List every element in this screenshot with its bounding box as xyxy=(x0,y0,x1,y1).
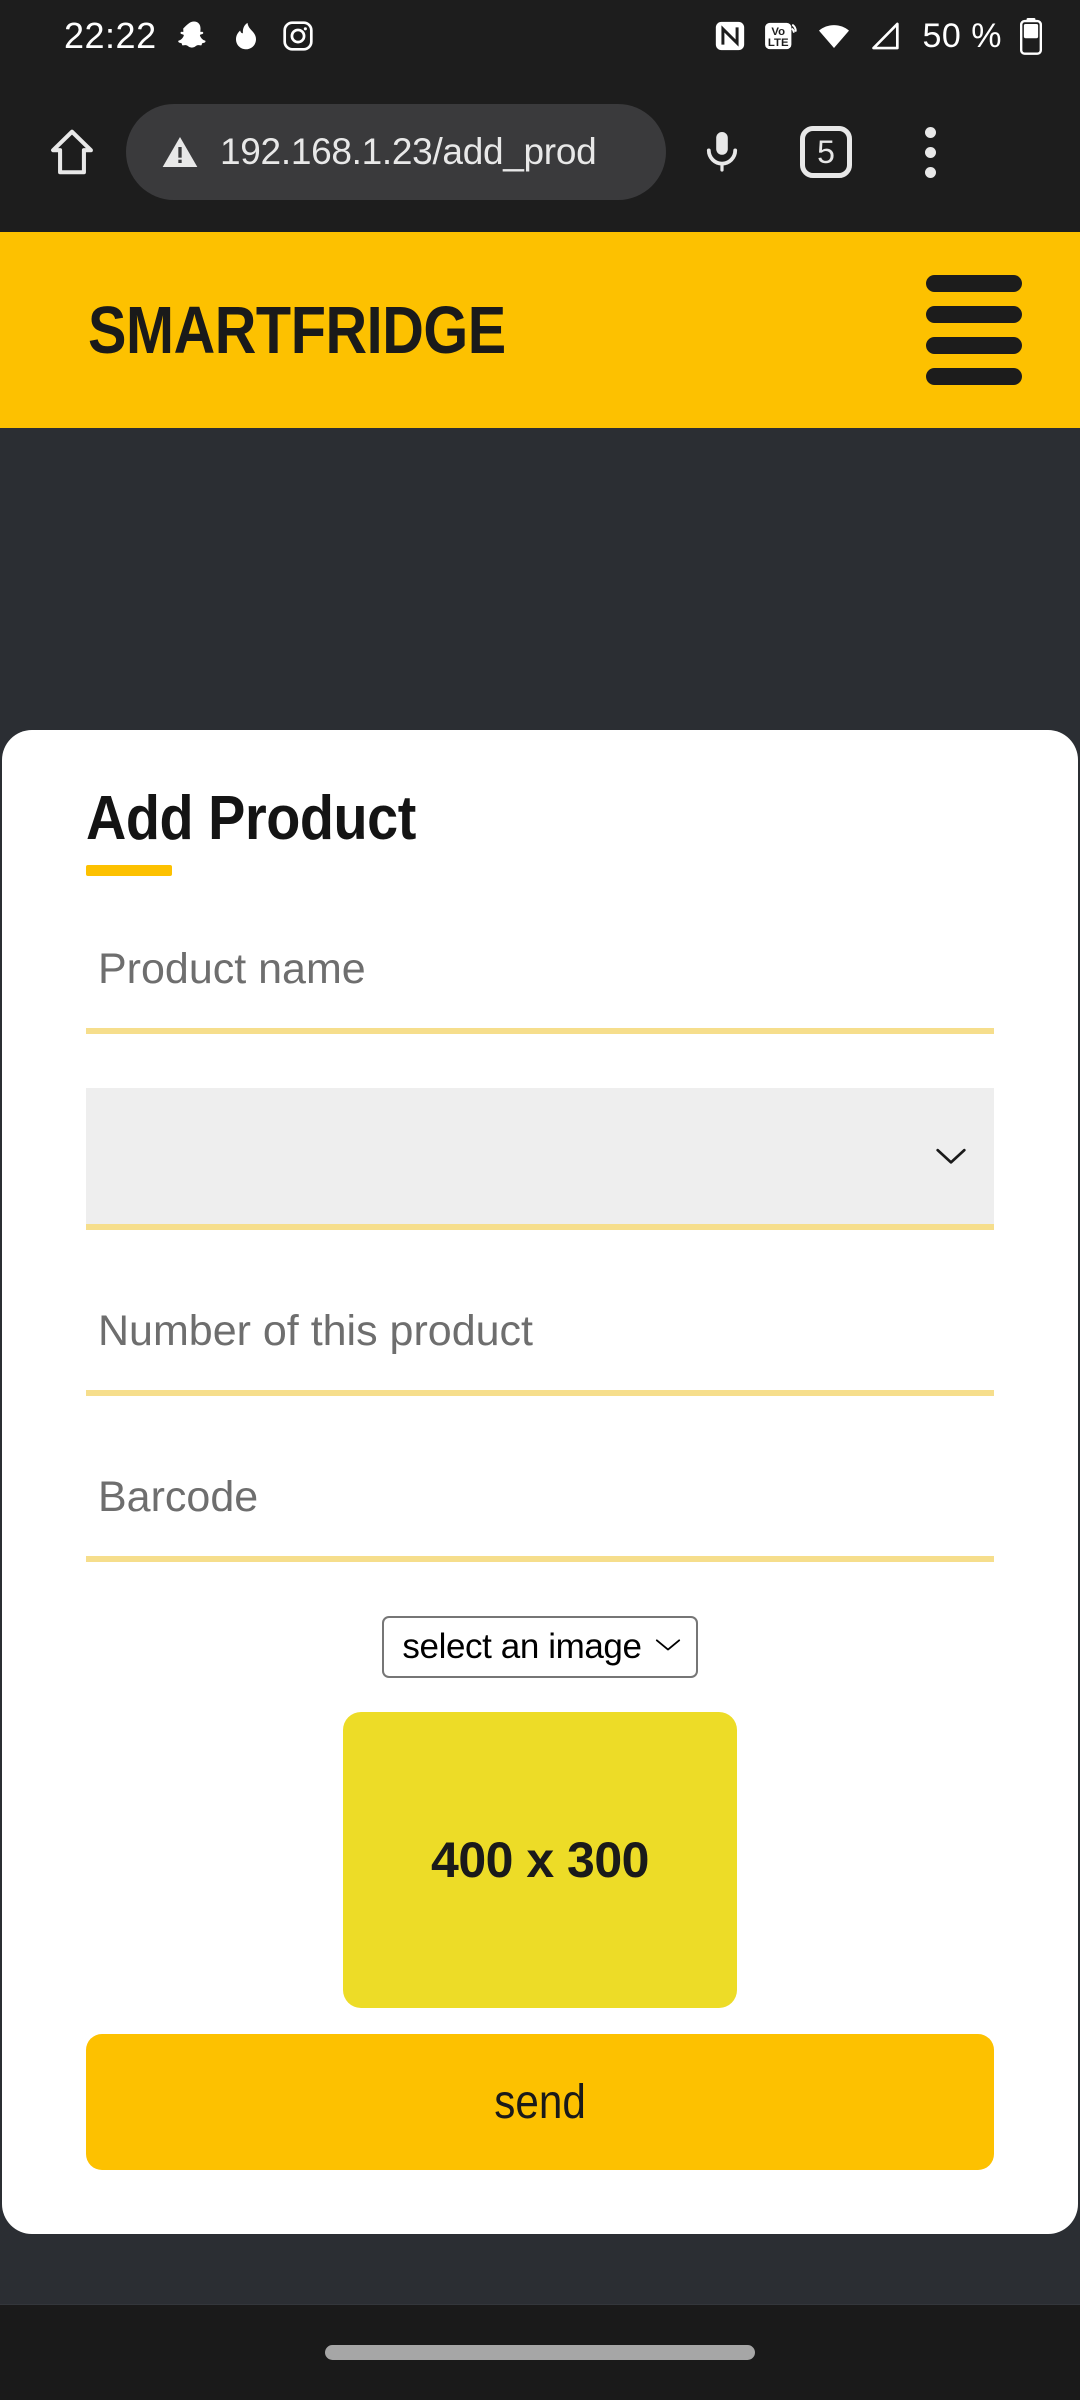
tab-switcher-button[interactable]: 5 xyxy=(778,104,874,200)
battery-icon xyxy=(1018,17,1044,55)
url-bar[interactable]: 192.168.1.23/add_prod xyxy=(126,104,666,200)
kebab-dot xyxy=(924,146,936,158)
status-bar-left: 22:22 xyxy=(64,15,713,57)
chevron-down-icon xyxy=(934,1146,968,1166)
snapchat-icon xyxy=(177,19,211,53)
title-underline-accent xyxy=(86,865,172,876)
hamburger-bar xyxy=(926,368,1022,385)
web-page-viewport: SMARTFRIDGE Add Product Product name Num… xyxy=(0,232,1080,2304)
home-icon[interactable] xyxy=(26,106,118,198)
android-status-bar: 22:22 Vo LTE 50 % xyxy=(0,0,1080,72)
battery-percentage: 50 % xyxy=(922,16,1002,55)
image-select-value: select an image xyxy=(402,1627,642,1666)
phone-screen: 22:22 Vo LTE 50 % 192.168.1.23/add_prod … xyxy=(0,0,1080,2400)
image-select[interactable]: select an image xyxy=(382,1616,698,1678)
overflow-menu-icon[interactable] xyxy=(882,104,978,200)
cellular-signal-icon xyxy=(869,19,903,53)
instagram-icon xyxy=(281,19,315,53)
product-name-input[interactable] xyxy=(86,922,994,1034)
product-quantity-input[interactable] xyxy=(86,1284,994,1396)
image-preview-label: 400 x 300 xyxy=(431,1832,649,1888)
hamburger-bar xyxy=(926,306,1022,323)
android-nav-bar xyxy=(0,2304,1080,2400)
site-header: SMARTFRIDGE xyxy=(0,232,1080,428)
status-bar-clock: 22:22 xyxy=(64,15,157,56)
page-title: Add Product xyxy=(86,783,416,853)
product-category-select[interactable] xyxy=(86,1088,994,1230)
send-button-label: send xyxy=(494,2075,586,2129)
kebab-dots xyxy=(924,126,936,178)
browser-toolbar: 192.168.1.23/add_prod 5 xyxy=(0,72,1080,232)
hamburger-menu-icon[interactable] xyxy=(926,269,1022,391)
nfc-icon xyxy=(713,19,747,53)
page-body: Add Product select an image xyxy=(0,428,1080,2304)
site-brand-title: SMARTFRIDGE xyxy=(88,292,506,368)
microphone-icon[interactable] xyxy=(674,104,770,200)
insecure-warning-icon xyxy=(160,132,200,172)
wifi-icon xyxy=(815,19,853,53)
kebab-dot xyxy=(924,126,936,138)
chevron-down-icon xyxy=(654,1636,682,1658)
send-button[interactable]: send xyxy=(86,2034,994,2170)
status-bar-right: Vo LTE 50 % xyxy=(713,17,1045,56)
hamburger-bar xyxy=(926,275,1022,292)
tab-count-label: 5 xyxy=(800,126,852,178)
home-gesture-pill[interactable] xyxy=(325,2345,755,2360)
image-picker-row: select an image xyxy=(86,1616,994,1678)
volte-icon: Vo LTE xyxy=(763,19,799,53)
tinder-flame-icon xyxy=(231,19,261,53)
svg-text:LTE: LTE xyxy=(767,37,788,49)
kebab-dot xyxy=(924,166,936,178)
image-preview-placeholder: 400 x 300 xyxy=(343,1712,737,2008)
barcode-input[interactable] xyxy=(86,1450,994,1562)
hamburger-bar xyxy=(926,337,1022,354)
url-text: 192.168.1.23/add_prod xyxy=(220,131,597,172)
add-product-card: Add Product select an image xyxy=(2,729,1078,2234)
